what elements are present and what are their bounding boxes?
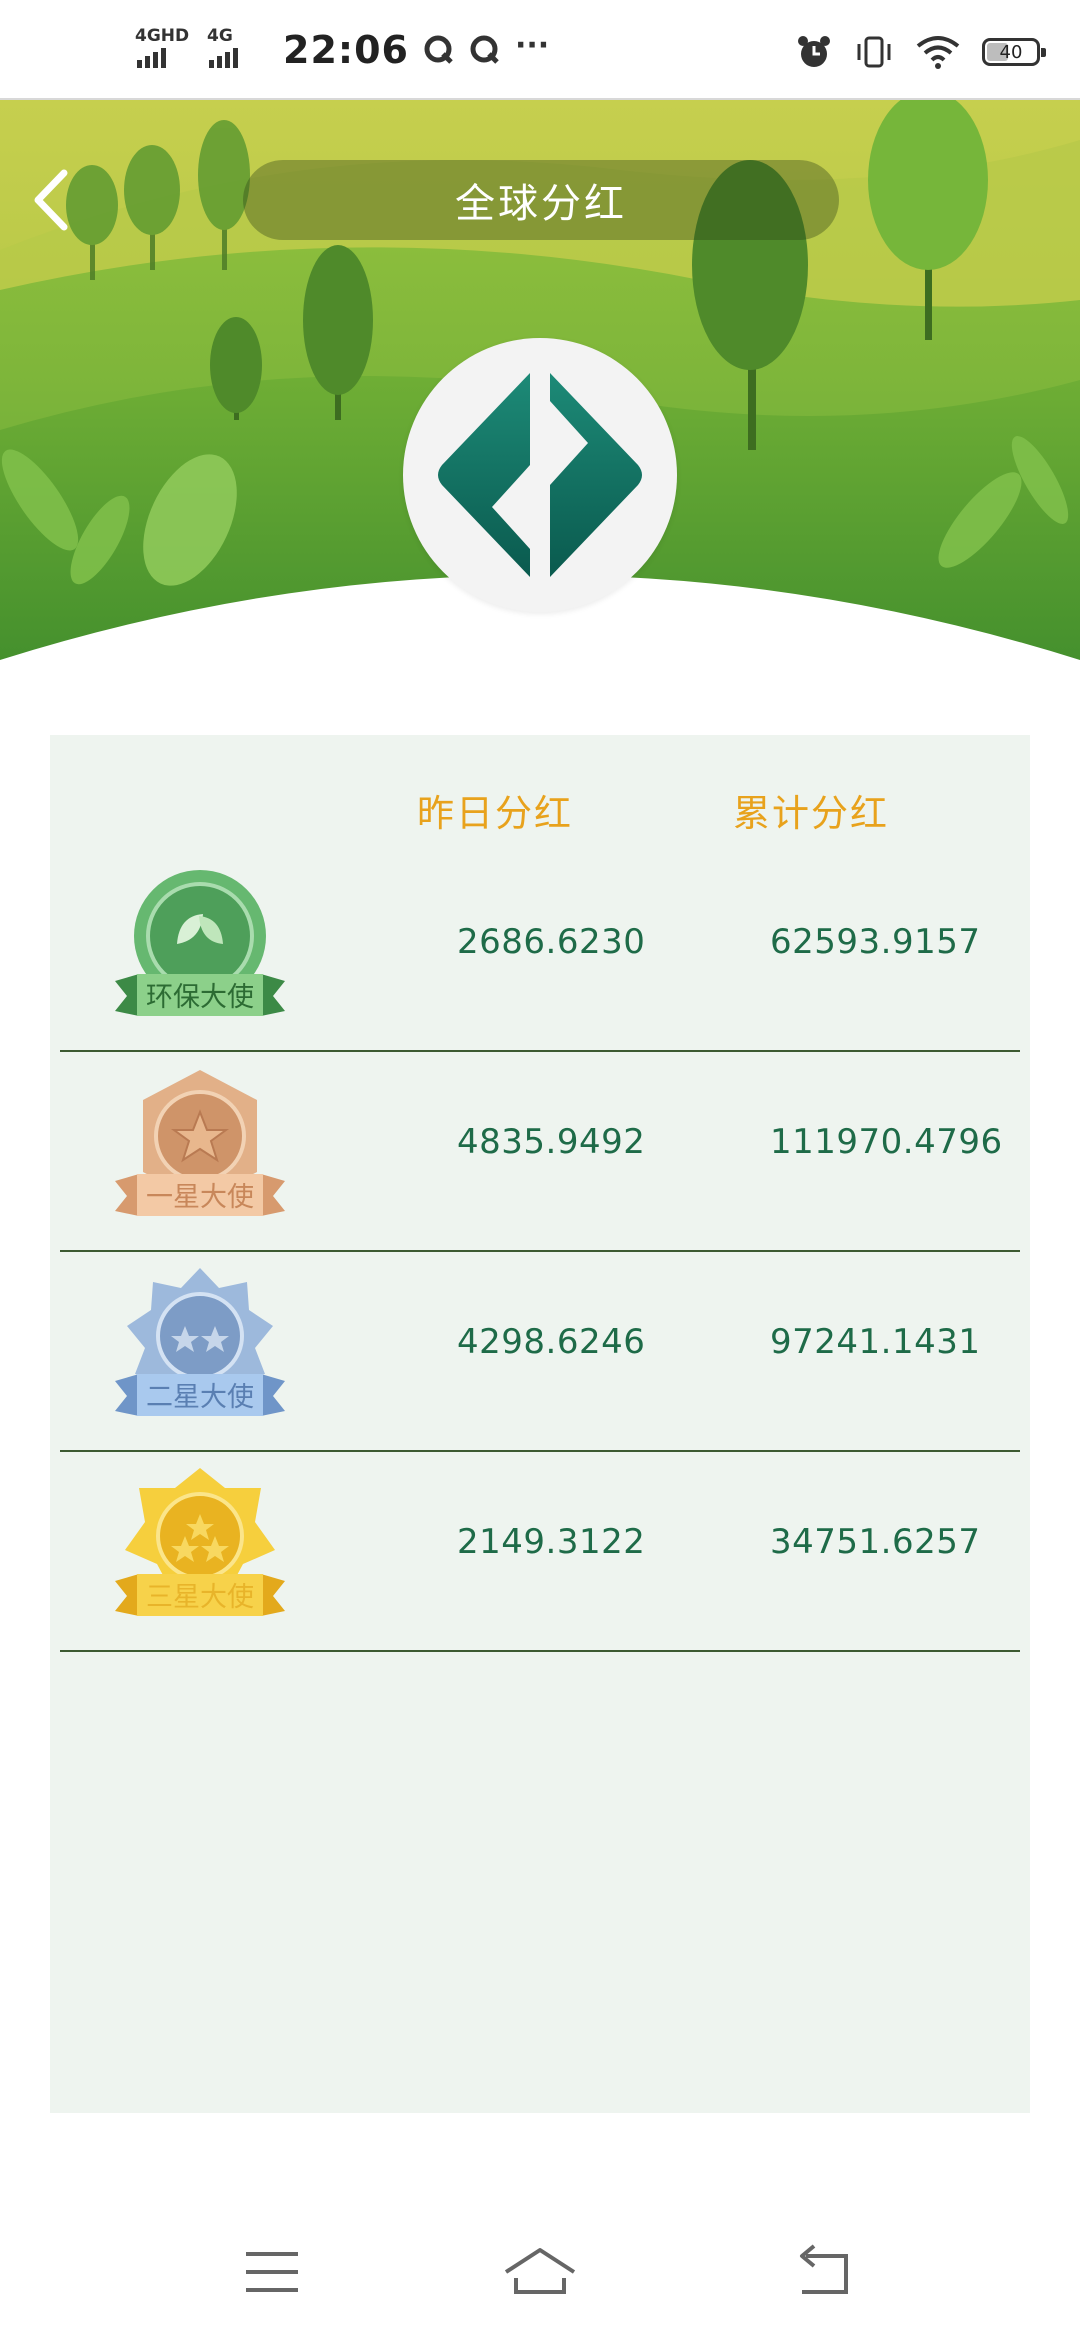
q-notification-icon — [424, 35, 453, 64]
status-bar: 4GHD 4G 22:06 ··· 40 — [0, 0, 1080, 100]
chevron-left-icon — [34, 169, 68, 231]
three-star-ambassador-badge-icon: 三星大使 — [115, 1468, 285, 1616]
yesterday-dividend-value: 4835.9492 — [457, 1122, 646, 1162]
battery-icon: 40 — [982, 38, 1046, 66]
battery-level: 40 — [999, 42, 1023, 63]
more-notifications-icon: ··· — [514, 27, 550, 63]
yesterday-dividend-value: 2686.6230 — [457, 922, 646, 962]
total-dividend-value: 111970.4796 — [770, 1122, 1003, 1162]
one-star-ambassador-badge-icon: 一星大使 — [115, 1070, 285, 1216]
table-row: 一星大使 4835.9492 111970.4796 — [60, 1052, 1020, 1252]
yesterday-dividend-value: 4298.6246 — [457, 1322, 646, 1362]
alarm-icon — [798, 36, 830, 67]
wifi-icon — [916, 36, 960, 69]
home-button[interactable] — [500, 2242, 580, 2302]
network-type-label-2: 4G — [207, 26, 233, 46]
table-row: 二星大使 4298.6246 97241.1431 — [60, 1252, 1020, 1452]
dividend-table: 昨日分红 累计分红 环保大使 2686.6230 62593.9157 一星大使… — [50, 735, 1030, 2113]
eco-ambassador-badge-icon: 环保大使 — [115, 870, 285, 1016]
column-header-total: 累计分红 — [733, 792, 889, 835]
network-type-label: 4GHD — [135, 26, 190, 46]
badge-label: 三星大使 — [146, 1582, 254, 1613]
total-dividend-value: 34751.6257 — [770, 1522, 981, 1562]
yesterday-dividend-value: 2149.3122 — [457, 1522, 646, 1562]
cellular-signal-icon: 4GHD — [135, 24, 193, 76]
badge-label: 二星大使 — [146, 1382, 254, 1413]
column-header-yesterday: 昨日分红 — [417, 792, 573, 835]
system-navigation-bar — [0, 2180, 1080, 2340]
cellular-signal-icon-2: 4G — [207, 24, 265, 76]
vibrate-icon — [857, 36, 891, 68]
menu-button[interactable] — [232, 2242, 312, 2302]
table-row: 环保大使 2686.6230 62593.9157 — [60, 852, 1020, 1052]
home-icon — [504, 2248, 576, 2294]
back-nav-button[interactable] — [784, 2242, 864, 2302]
q-notification-icon — [470, 35, 499, 64]
page-title-pill: 全球分红 — [243, 160, 839, 240]
app-logo-icon — [438, 373, 642, 577]
back-icon — [800, 2244, 848, 2294]
badge-label: 环保大使 — [146, 982, 254, 1013]
total-dividend-value: 97241.1431 — [770, 1322, 981, 1362]
total-dividend-value: 62593.9157 — [770, 922, 981, 962]
back-button[interactable] — [28, 165, 78, 235]
app-logo — [403, 338, 677, 612]
menu-icon — [246, 2252, 298, 2292]
page-title: 全球分红 — [455, 181, 627, 227]
badge-label: 一星大使 — [146, 1182, 254, 1213]
clock: 22:06 — [283, 28, 409, 72]
two-star-ambassador-badge-icon: 二星大使 — [115, 1268, 285, 1416]
table-row: 三星大使 2149.3122 34751.6257 — [60, 1452, 1020, 1652]
